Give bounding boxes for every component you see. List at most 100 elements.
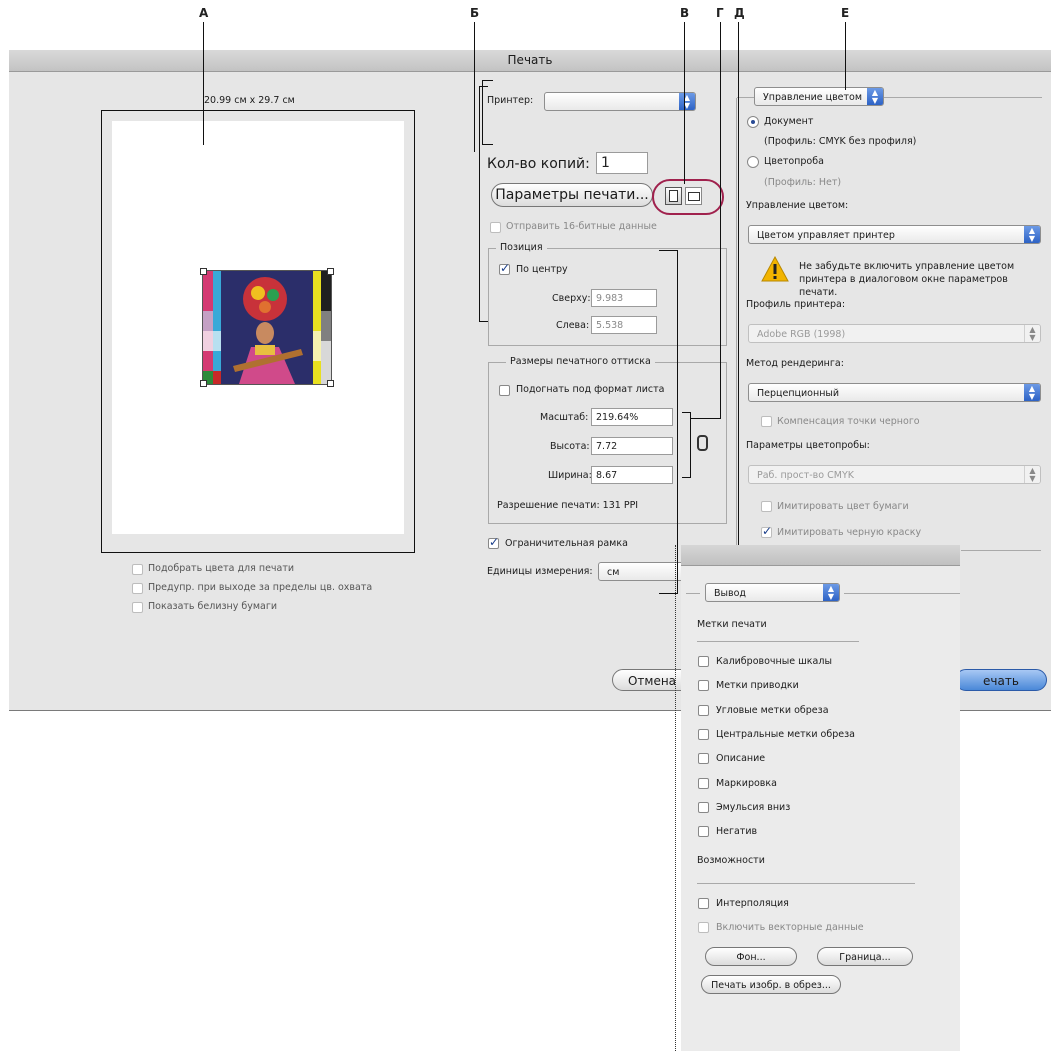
select-arrows-icon: ▲ ▼	[1024, 384, 1040, 401]
output-mode-select[interactable]: Вывод ▲ ▼	[705, 583, 840, 602]
color-mode-select[interactable]: Управление цветом ▲ ▼	[754, 87, 884, 106]
column-divider	[736, 98, 737, 550]
registration-marks-checkbox[interactable]	[698, 680, 709, 691]
color-handling-value: Цветом управляет принтер	[757, 230, 895, 241]
center-checkbox[interactable]	[499, 261, 510, 275]
output-topline-right	[844, 593, 960, 594]
printer-profile-value: Adobe RGB (1998)	[757, 329, 846, 340]
output-panel: Вывод ▲ ▼ Метки печати Калибровочные шкал…	[681, 545, 960, 1051]
print-settings-button[interactable]: Параметры печати...	[491, 183, 653, 207]
background-button[interactable]: Фон...	[705, 947, 797, 966]
width-label: Ширина:	[548, 470, 592, 481]
resize-handle-bl[interactable]	[200, 380, 207, 387]
select-arrows-icon: ▲ ▼	[1024, 466, 1040, 483]
center-crop-marks-checkbox[interactable]	[698, 729, 709, 740]
rendering-intent-select[interactable]: Перцепционный ▲ ▼	[748, 383, 1041, 402]
preview-artwork	[203, 271, 331, 384]
portrait-orientation-button[interactable]	[665, 187, 682, 205]
callout-bracket-left	[479, 86, 488, 322]
position-group-title: Позиция	[496, 242, 547, 253]
bounding-box-checkbox[interactable]	[488, 535, 499, 549]
resize-handle-tl[interactable]	[200, 268, 207, 275]
print-size-group-title: Размеры печатного оттиска	[506, 356, 655, 367]
color-warning-text: Не забудьте включить управление цветом п…	[799, 261, 1015, 298]
registration-marks-label: Метки приводки	[716, 680, 799, 691]
calibration-bars-checkbox[interactable]	[698, 656, 709, 667]
gamut-warning-checkbox[interactable]	[132, 583, 143, 594]
callout-e: Е	[841, 6, 850, 20]
select-arrows-icon: ▲ ▼	[679, 93, 695, 110]
page-size-label: 20.99 см x 29.7 см	[204, 95, 295, 106]
description-label: Описание	[716, 753, 766, 764]
print-resolution: Разрешение печати: 131 PPI	[497, 500, 639, 511]
left-input[interactable]: 5.538	[591, 316, 657, 334]
paper-white-label: Показать белизну бумаги	[148, 601, 278, 612]
center-label: По центру	[516, 264, 568, 275]
proof-setup-value: Раб. прост-во CMYK	[757, 470, 854, 481]
callout-a-line	[203, 22, 204, 145]
sim-ink-checkbox[interactable]	[761, 524, 772, 538]
black-point-checkbox[interactable]	[761, 416, 772, 427]
bleed-button[interactable]: Печать изобр. в обрез...	[701, 975, 841, 994]
printer-profile-select[interactable]: Adobe RGB (1998) ▲ ▼	[748, 324, 1041, 343]
match-colors-checkbox[interactable]	[132, 564, 143, 575]
callout-a: А	[199, 6, 209, 20]
interpolation-label: Интерполяция	[716, 898, 789, 909]
match-colors-label: Подобрать цвета для печати	[148, 563, 295, 574]
negative-checkbox[interactable]	[698, 826, 709, 837]
description-checkbox[interactable]	[698, 753, 709, 764]
callout-d-line	[738, 22, 739, 590]
vector-data-label: Включить векторные данные	[716, 922, 864, 933]
select-arrows-icon: ▲ ▼	[823, 584, 839, 601]
resize-handle-br[interactable]	[327, 380, 334, 387]
landscape-orientation-button[interactable]	[685, 187, 702, 205]
proof-label: Цветопроба	[764, 156, 824, 167]
proof-radio[interactable]	[747, 156, 759, 168]
chain-link-icon[interactable]	[697, 435, 708, 451]
cancel-button[interactable]: Отмена	[612, 669, 692, 691]
callout-b-line	[474, 22, 475, 152]
preview-frame	[101, 110, 415, 553]
document-radio[interactable]	[747, 116, 759, 128]
proof-profile: (Профиль: Нет)	[764, 177, 842, 188]
dialog-titlebar: Печать	[9, 50, 1051, 72]
callout-v-line	[684, 22, 685, 184]
printer-select[interactable]: ▲ ▼	[544, 92, 696, 111]
interpolation-checkbox[interactable]	[698, 898, 709, 909]
paper-white-checkbox[interactable]	[132, 602, 143, 613]
black-point-label: Компенсация точки черного	[777, 416, 920, 427]
resize-handle-tr[interactable]	[327, 268, 334, 275]
copies-input[interactable]: 1	[596, 152, 648, 174]
fit-media-checkbox[interactable]	[499, 385, 510, 396]
left-label: Слева:	[556, 320, 590, 331]
callout-v: В	[680, 6, 690, 20]
border-button[interactable]: Граница...	[817, 947, 913, 966]
output-topline-left	[686, 593, 700, 594]
callout-g-connector	[690, 418, 720, 419]
printer-label: Принтер:	[487, 95, 534, 106]
corner-crop-marks-checkbox[interactable]	[698, 705, 709, 716]
emulsion-down-checkbox[interactable]	[698, 802, 709, 813]
calibration-bars-label: Калибровочные шкалы	[716, 656, 832, 667]
send-16bit-checkbox[interactable]	[490, 222, 501, 233]
gamut-warning-label: Предупр. при выходе за пределы цв. охват…	[148, 582, 373, 593]
scale-label: Масштаб:	[540, 412, 589, 423]
preview-image[interactable]	[200, 268, 334, 387]
top-label: Сверху:	[552, 293, 591, 304]
select-arrows-icon: ▲ ▼	[1024, 226, 1040, 243]
color-handling-select[interactable]: Цветом управляет принтер ▲ ▼	[748, 225, 1041, 244]
print-button[interactable]: ечать	[955, 669, 1047, 691]
vector-data-checkbox[interactable]	[698, 922, 709, 933]
color-handling-label: Управление цветом:	[746, 200, 849, 211]
proof-setup-select[interactable]: Раб. прост-во CMYK ▲ ▼	[748, 465, 1041, 484]
warning-icon	[761, 256, 789, 282]
sim-paper-checkbox[interactable]	[761, 501, 772, 512]
copies-label: Кол-во копий:	[487, 156, 590, 172]
top-input[interactable]: 9.983	[591, 289, 657, 307]
color-mode-value: Управление цветом	[763, 92, 863, 103]
send-16bit-label: Отправить 16-битные данные	[506, 221, 657, 232]
output-panel-titlebar	[681, 545, 960, 566]
color-group-bottomline	[961, 550, 1041, 551]
negative-label: Негатив	[716, 826, 758, 837]
labels-checkbox[interactable]	[698, 778, 709, 789]
